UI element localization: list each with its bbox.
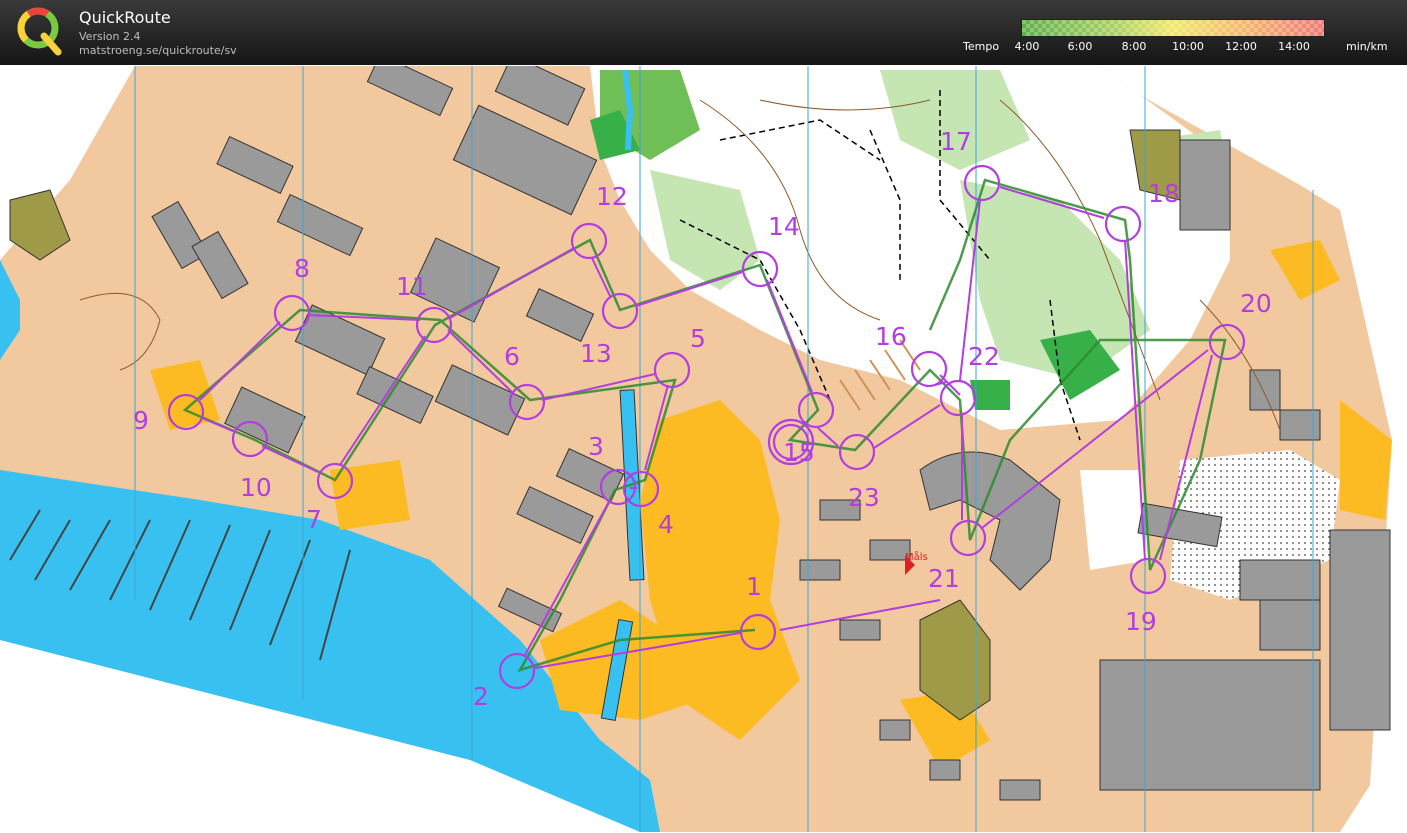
tempo-tick: 8:00 — [1121, 40, 1147, 53]
tempo-tick: 10:00 — [1172, 40, 1204, 53]
control-label: 12 — [596, 182, 628, 211]
control-label: 6 — [504, 342, 520, 371]
app-title: QuickRoute — [79, 8, 171, 27]
control-label: 11 — [396, 272, 428, 301]
tempo-tick: 14:00 — [1278, 40, 1310, 53]
app-version: Version 2.4 — [79, 30, 141, 43]
control-label: 10 — [240, 473, 272, 502]
control-label: 21 — [928, 564, 960, 593]
tempo-color-scale — [1021, 19, 1325, 37]
control-label: 2 — [473, 682, 489, 711]
tempo-tick: 12:00 — [1225, 40, 1257, 53]
control-label: 20 — [1240, 289, 1272, 318]
finish-label: Måls — [905, 550, 928, 563]
tempo-tick: 4:00 — [1014, 40, 1040, 53]
control-label: 16 — [875, 322, 907, 351]
control-label: 15 — [783, 438, 815, 467]
control-label: 17 — [940, 127, 972, 156]
control-label: 9 — [133, 406, 149, 435]
control-label: 23 — [848, 483, 880, 512]
control-label: 8 — [294, 254, 310, 283]
app-header: QuickRoute Version 2.4 matstroeng.se/qui… — [0, 0, 1407, 65]
control-label: 19 — [1125, 607, 1157, 636]
control-label: 18 — [1148, 179, 1180, 208]
app-url[interactable]: matstroeng.se/quickroute/sv — [79, 44, 237, 57]
quickroute-logo-icon — [17, 7, 62, 56]
control-label: 22 — [968, 342, 1000, 371]
orienteering-map[interactable]: Måls 1 2 3 4 5 6 7 8 9 10 11 12 13 14 15… — [0, 66, 1407, 833]
control-label: 13 — [580, 339, 612, 368]
control-label: 5 — [690, 324, 706, 353]
tempo-label: Tempo — [963, 40, 1000, 53]
control-label: 14 — [768, 212, 800, 241]
control-label: 1 — [746, 572, 762, 601]
control-label: 3 — [588, 432, 604, 461]
tempo-unit: min/km — [1346, 40, 1388, 53]
control-label: 7 — [306, 505, 322, 534]
control-label: 4 — [658, 510, 674, 539]
tempo-tick: 6:00 — [1067, 40, 1093, 53]
